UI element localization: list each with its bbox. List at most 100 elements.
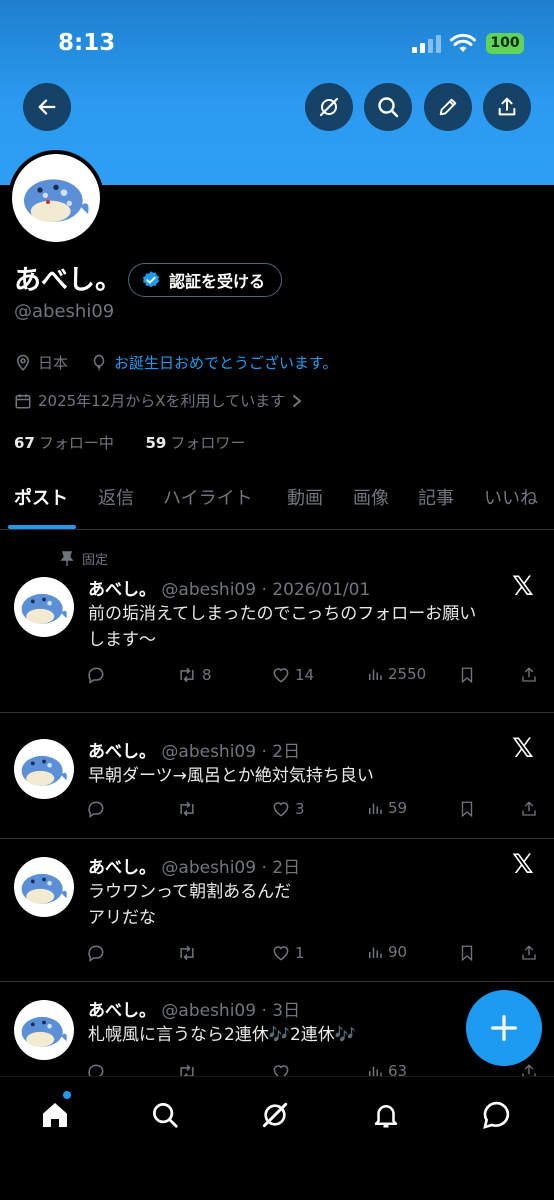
profile-avatar[interactable] <box>8 150 104 246</box>
analytics-icon <box>369 1066 382 1076</box>
post-actions: 63 <box>86 1062 546 1076</box>
views-button[interactable]: 90 <box>366 943 407 961</box>
retweet-button[interactable] <box>176 943 202 963</box>
nav-messages[interactable] <box>477 1095 517 1135</box>
post-actions: 1 90 <box>86 943 546 967</box>
reply-button[interactable] <box>86 799 106 819</box>
followers-link[interactable]: 59 フォロワー <box>145 434 245 452</box>
retweet-icon <box>180 667 194 683</box>
balloon-icon <box>90 354 108 372</box>
analytics-icon <box>369 669 382 680</box>
grok-icon <box>319 97 339 117</box>
profile-handle: @abeshi09 <box>14 301 115 322</box>
x-logo-icon[interactable]: 𝕏 <box>512 849 534 880</box>
search-icon <box>378 97 399 118</box>
bottom-nav <box>0 1076 554 1200</box>
post-item[interactable]: あべし。 @abeshi09 · 2日 𝕏 早朝ダーツ→風呂とか絶対気持ち良い … <box>0 713 554 839</box>
post-text-line: アリだな <box>88 908 156 928</box>
seal-character-icon <box>21 1016 67 1047</box>
like-button[interactable]: 1 <box>271 943 305 963</box>
post-item[interactable]: あべし。 @abeshi09 · 2日 𝕏 ラウワンって朝割あるんだ アリだな … <box>0 839 554 982</box>
post-avatar[interactable] <box>14 739 74 799</box>
retweet-button[interactable]: 8 <box>176 665 212 685</box>
nav-home[interactable] <box>35 1095 75 1135</box>
get-verified-button[interactable]: 認証を受ける <box>128 263 283 297</box>
following-count: 67 <box>14 434 35 452</box>
retweet-button[interactable] <box>176 1062 198 1076</box>
tab-likes[interactable]: いいね <box>484 484 538 510</box>
post-text-line: ラウワンって朝割あるんだ <box>88 882 292 902</box>
x-logo-icon[interactable]: 𝕏 <box>512 733 534 764</box>
share-post-button[interactable] <box>520 799 538 819</box>
retweet-button[interactable] <box>176 799 202 819</box>
share-button[interactable] <box>483 83 531 131</box>
share-post-button[interactable] <box>520 665 538 685</box>
get-verified-label: 認証を受ける <box>169 272 266 291</box>
analytics-icon <box>369 803 382 814</box>
wifi-icon <box>450 33 476 52</box>
views-button[interactable]: 59 <box>366 799 407 817</box>
seal-character-icon <box>21 755 67 786</box>
grok-button[interactable] <box>305 83 353 131</box>
like-count: 3 <box>295 800 305 818</box>
like-button[interactable]: 14 <box>271 665 314 685</box>
post-text: ラウワンって朝割あるんだ アリだな <box>88 879 543 931</box>
plus-icon <box>491 1015 517 1041</box>
edit-profile-button[interactable] <box>424 83 472 131</box>
post-header: あべし。 @abeshi09 · 3日 <box>88 996 300 1021</box>
message-icon <box>483 1101 510 1129</box>
reply-button[interactable] <box>86 943 106 963</box>
nav-notifications[interactable] <box>366 1095 406 1135</box>
post-avatar[interactable] <box>14 857 74 917</box>
tab-articles[interactable]: 記事 <box>418 484 454 510</box>
notification-dot <box>63 1091 71 1099</box>
bookmark-button[interactable] <box>458 665 476 685</box>
post-avatar[interactable] <box>14 577 74 637</box>
seal-character-icon <box>24 179 89 222</box>
post-text-line: 前の垢消えてしまったのでこっちのフォローお願い <box>88 604 477 624</box>
nav-search[interactable] <box>145 1095 185 1135</box>
following-link[interactable]: 67 フォロー中 <box>14 434 114 452</box>
x-logo-icon[interactable]: 𝕏 <box>512 571 534 602</box>
share-post-button[interactable] <box>520 1062 538 1076</box>
bookmark-button[interactable] <box>458 799 476 819</box>
like-button[interactable] <box>271 1062 291 1076</box>
post-item[interactable]: 固定 あべし。 @abeshi09 · 2026/01/01 𝕏 前の垢消えてし… <box>0 531 554 713</box>
calendar-icon <box>14 392 32 410</box>
tab-posts[interactable]: ポスト <box>14 484 68 510</box>
back-button[interactable] <box>23 83 71 131</box>
bookmark-button[interactable] <box>458 943 476 963</box>
post-author-name: あべし。 <box>88 580 156 600</box>
views-button[interactable]: 63 <box>366 1062 407 1076</box>
tab-highlights[interactable]: ハイライト <box>163 484 253 510</box>
share-icon <box>498 97 516 116</box>
heart-icon <box>273 946 289 961</box>
tab-images[interactable]: 画像 <box>353 484 389 510</box>
share-post-button[interactable] <box>520 943 538 963</box>
nav-grok[interactable] <box>255 1095 295 1135</box>
post-meta: @abeshi09 · 3日 <box>161 1001 301 1021</box>
retweet-icon <box>180 801 194 817</box>
reply-icon <box>88 667 104 684</box>
location-pin-icon <box>14 354 32 372</box>
like-button[interactable]: 3 <box>271 799 305 819</box>
post-avatar[interactable] <box>14 1000 74 1060</box>
post-meta: @abeshi09 · 2026/01/01 <box>161 580 371 600</box>
pinned-label: 固定 <box>82 553 109 568</box>
retweet-icon <box>180 1064 194 1076</box>
view-count: 63 <box>388 1062 408 1076</box>
reply-icon <box>88 801 104 818</box>
reply-button[interactable] <box>86 1062 106 1076</box>
views-button[interactable]: 2550 <box>366 665 426 683</box>
reply-button[interactable] <box>86 665 106 685</box>
follow-stats: 67 フォロー中 59 フォロワー <box>14 432 245 453</box>
pin-icon <box>60 550 74 566</box>
search-button[interactable] <box>364 83 412 131</box>
followers-count: 59 <box>145 434 167 452</box>
compose-post-button[interactable] <box>466 990 542 1066</box>
status-time: 8:13 <box>58 30 116 56</box>
share-icon <box>522 1064 536 1076</box>
tab-replies[interactable]: 返信 <box>98 484 134 510</box>
tab-videos[interactable]: 動画 <box>287 484 323 510</box>
post-author-name: あべし。 <box>88 742 156 762</box>
